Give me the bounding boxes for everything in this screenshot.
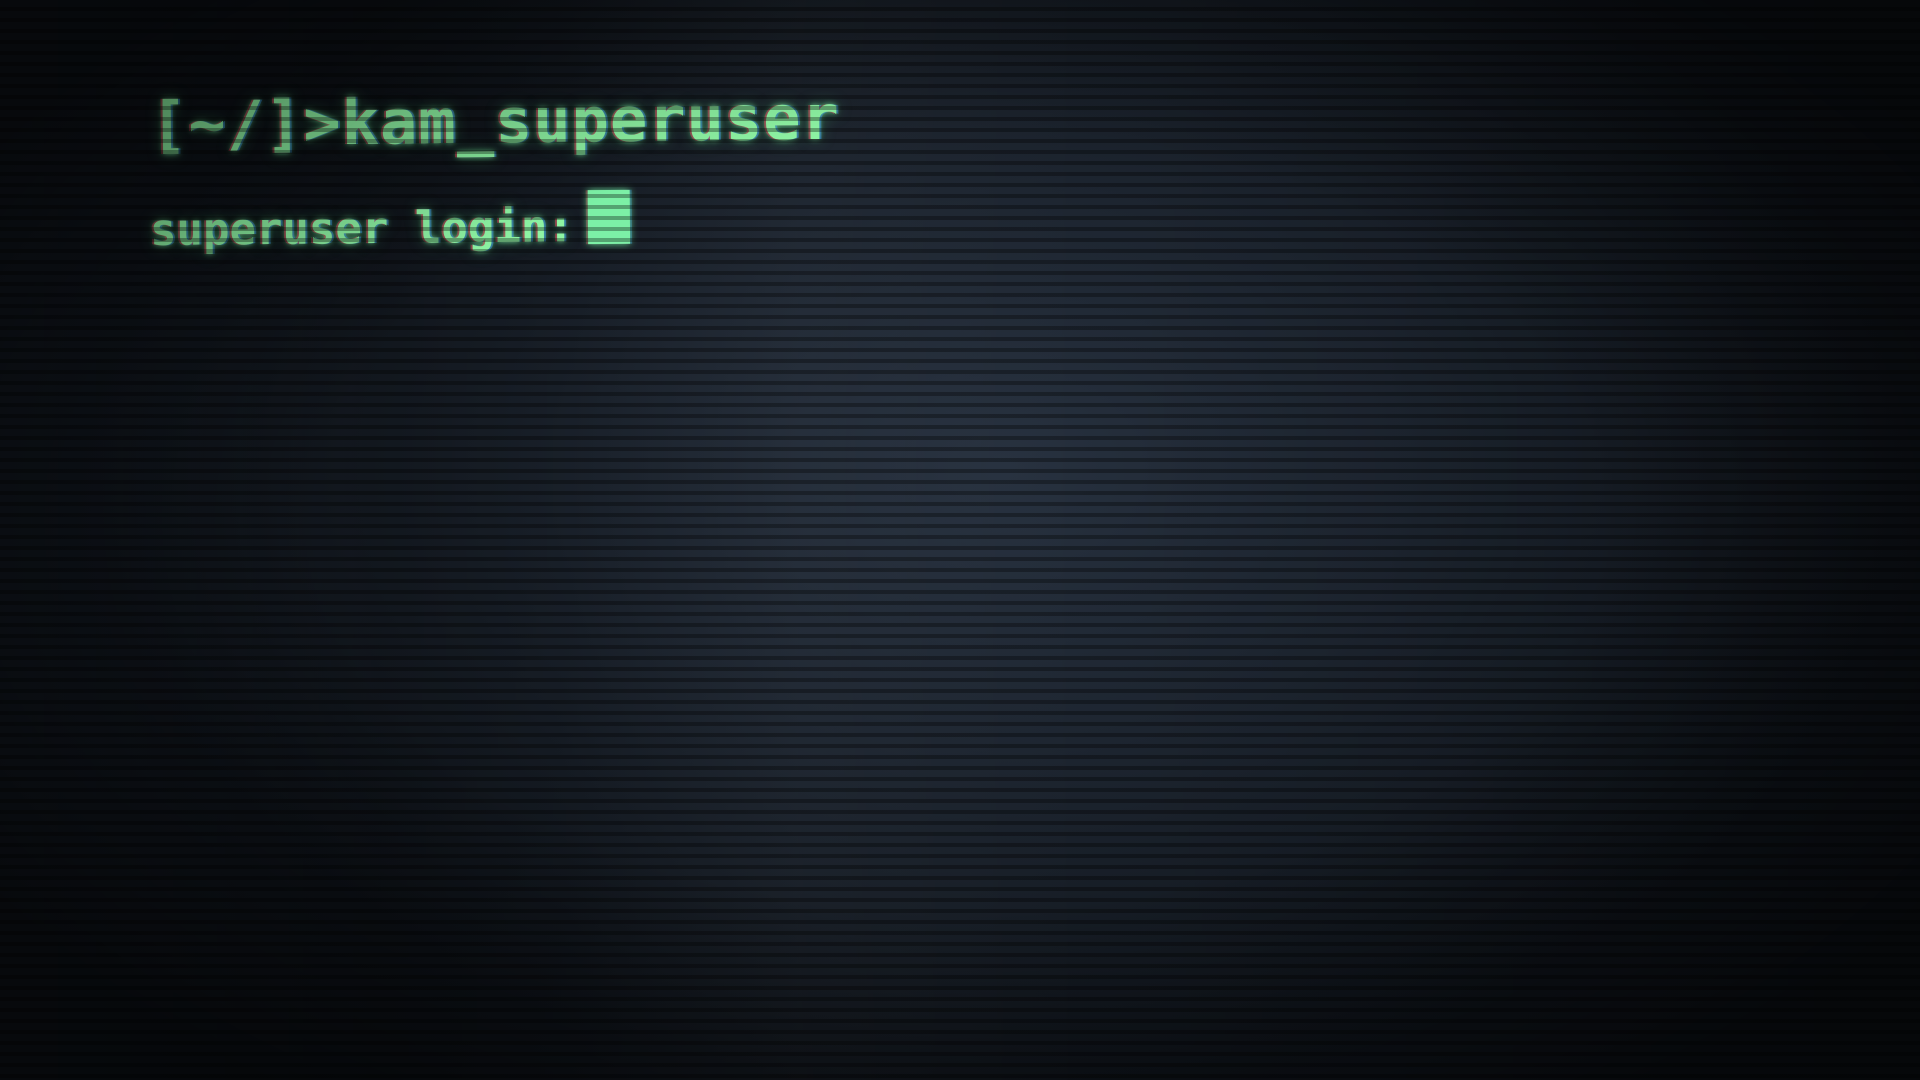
block-cursor xyxy=(587,189,630,245)
login-label: superuser login: xyxy=(149,201,575,256)
crt-screen: [~/]>kam_superuser superuser login: xyxy=(0,0,1920,1080)
command-line: [~/]>kam_superuser xyxy=(150,63,1751,170)
login-line[interactable]: superuser login: xyxy=(150,182,1751,266)
terminal[interactable]: [~/]>kam_superuser superuser login: xyxy=(150,80,1750,266)
entered-command: kam_superuser xyxy=(341,80,841,159)
shell-prompt: [~/]> xyxy=(149,85,343,161)
